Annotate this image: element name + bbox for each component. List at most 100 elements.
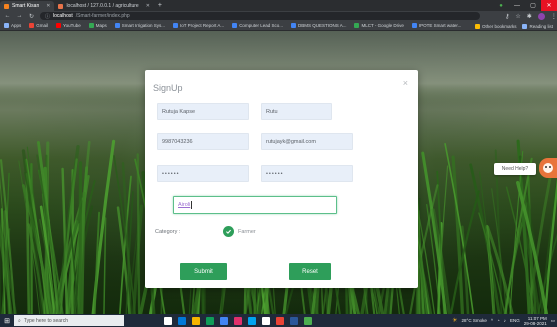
bookmarks-bar: Apps Gmail YouTube Maps Smart Irrigation Sys… <box>0 21 557 31</box>
taskbar-app-icon[interactable] <box>164 316 172 325</box>
lang-indicator[interactable]: ENG <box>510 318 520 323</box>
profile-avatar[interactable] <box>537 12 545 20</box>
favicon-icon <box>58 3 64 9</box>
tray-chevron-icon[interactable]: ^ <box>491 318 493 323</box>
taskbar-app-icon[interactable] <box>220 316 228 325</box>
weather-text[interactable]: 28°C Smoke <box>462 318 487 323</box>
bookmark-icon <box>522 23 528 29</box>
tab-phpmyadmin[interactable]: localhost / 127.0.0.1 / agriculture ✕ <box>54 1 153 11</box>
bookmark-item[interactable]: Reading list <box>522 23 553 29</box>
chatbot-icon[interactable] <box>539 158 557 178</box>
url-path: /Smart-farmer/index.php <box>75 13 130 19</box>
system-tray: ☀ 28°C Smoke ^ ◔ ♪ ENG 11:07 PM 29-08-20… <box>452 314 555 327</box>
minimize-button[interactable]: — <box>509 0 525 11</box>
close-icon[interactable]: × <box>403 78 408 88</box>
bookmark-item[interactable]: DBMS QUESTIONS A... <box>290 23 346 28</box>
bookmark-icon <box>474 23 480 29</box>
clock[interactable]: 11:07 PM 29-08-2021 <box>524 316 547 326</box>
bookmark-icon <box>354 23 360 28</box>
taskbar-app-icon[interactable] <box>262 316 270 325</box>
bookmark-icon <box>88 23 94 28</box>
confirm-password-field[interactable]: •••••• <box>261 165 353 182</box>
notification-icon[interactable]: ▭ <box>551 318 555 324</box>
farmer-radio[interactable] <box>223 226 234 237</box>
bookmark-icon <box>411 23 417 28</box>
need-help-button[interactable]: Need Help? <box>494 163 536 175</box>
info-icon[interactable]: ⓘ <box>45 13 50 20</box>
menu-icon[interactable]: ⋮ <box>551 13 557 20</box>
volume-icon[interactable]: ♪ <box>504 318 506 323</box>
back-icon[interactable]: ← <box>4 13 11 19</box>
weather-icon: ☀ <box>452 318 458 324</box>
favicon-icon <box>4 3 9 9</box>
bookmark-icon <box>290 23 296 28</box>
taskbar-app-icon[interactable] <box>304 316 312 325</box>
taskbar-app-icon[interactable] <box>276 316 284 325</box>
city-value: Airoli <box>178 202 191 208</box>
reload-icon[interactable]: ↻ <box>28 13 35 20</box>
bookmark-label: Maps <box>95 23 107 28</box>
key-icon[interactable]: ⚷ <box>505 13 509 20</box>
forward-icon[interactable]: → <box>16 13 23 19</box>
taskbar-app-icon[interactable] <box>192 316 200 325</box>
extensions-icon[interactable]: ✱ <box>527 13 532 20</box>
clock-date: 29-08-2021 <box>523 320 547 326</box>
bookmark-item[interactable]: Apps <box>4 23 21 28</box>
last-name-field[interactable]: Rutu <box>261 103 332 120</box>
new-tab-button[interactable]: + <box>158 2 162 9</box>
submit-button[interactable]: Submit <box>180 263 227 280</box>
bookmark-item[interactable]: MLCT - Google Drive <box>354 23 404 28</box>
taskbar-app-icon[interactable] <box>234 316 242 325</box>
bookmark-label: Other bookmarks <box>481 23 517 29</box>
search-icon: ⌕ <box>18 317 21 324</box>
bookmark-item[interactable]: IPOTE Smart water... <box>411 23 462 28</box>
bookmark-label: MLCT - Google Drive <box>361 23 404 28</box>
star-icon[interactable]: ☆ <box>515 13 520 20</box>
bookmark-item[interactable]: Maps <box>88 23 107 28</box>
reset-button[interactable]: Reset <box>289 263 331 280</box>
bookmark-item[interactable]: Other bookmarks <box>474 23 517 29</box>
bookmark-label: Gmail <box>36 23 49 28</box>
bookmark-icon <box>29 23 35 28</box>
check-icon <box>226 229 232 234</box>
first-name-field[interactable]: Rutuja Kapse <box>157 103 249 120</box>
tab-smart-kisan[interactable]: Smart Kisan ✕ <box>0 1 55 11</box>
tab-label: localhost / 127.0.0.1 / agriculture <box>66 3 139 9</box>
bookmark-item[interactable]: Gmail <box>29 23 48 28</box>
window-controls: ● — ▢ ✕ <box>493 0 557 11</box>
maximize-button[interactable]: ▢ <box>525 0 541 11</box>
taskbar-app-icon[interactable] <box>206 316 214 325</box>
bookmark-label: Smart Irrigation Sys... <box>121 23 165 28</box>
bookmark-item[interactable]: Smart Irrigation Sys... <box>114 23 165 28</box>
bookmark-icon <box>232 23 238 28</box>
city-field[interactable]: Airoli <box>173 196 337 214</box>
email-field[interactable]: rutujayk@gmail.com <box>261 133 353 150</box>
phone-field[interactable]: 9987043236 <box>157 133 249 150</box>
tab-label: Smart Kisan <box>12 3 40 9</box>
close-tab-icon[interactable]: ✕ <box>46 3 50 9</box>
bookmark-label: YouTube <box>63 23 81 28</box>
record-icon[interactable]: ● <box>493 0 509 11</box>
bookmark-icon <box>4 23 9 28</box>
taskbar-app-icon[interactable] <box>290 316 298 325</box>
browser-tab-bar: Smart Kisan ✕ localhost / 127.0.0.1 / ag… <box>0 0 557 11</box>
wifi-icon[interactable]: ◔ <box>497 318 500 323</box>
password-field[interactable]: •••••• <box>157 165 249 182</box>
bookmark-item[interactable]: Computer Lead Sco... <box>232 23 283 28</box>
url-host: localhost <box>53 13 73 19</box>
bookmark-label: Apps <box>11 23 22 28</box>
bookmark-icon <box>173 23 178 28</box>
url-field[interactable]: ⓘ localhost/Smart-farmer/index.php <box>40 12 480 20</box>
category-label: Category : <box>155 229 181 235</box>
bookmark-item[interactable]: IoT Project Report A... <box>173 23 224 28</box>
taskbar-app-icon[interactable] <box>178 316 186 325</box>
taskbar-app-icon[interactable] <box>248 316 256 325</box>
bookmark-label: IPOTE Smart water... <box>418 23 462 28</box>
windows-start-icon[interactable]: ⊞ <box>0 314 14 327</box>
text-caret <box>191 201 193 209</box>
bookmark-item[interactable]: YouTube <box>56 23 81 28</box>
taskbar-search-field[interactable]: ⌕ Type here to search <box>14 315 124 326</box>
search-placeholder: Type here to search <box>23 317 69 324</box>
close-window-button[interactable]: ✕ <box>541 0 557 11</box>
close-tab-icon[interactable]: ✕ <box>146 3 150 9</box>
